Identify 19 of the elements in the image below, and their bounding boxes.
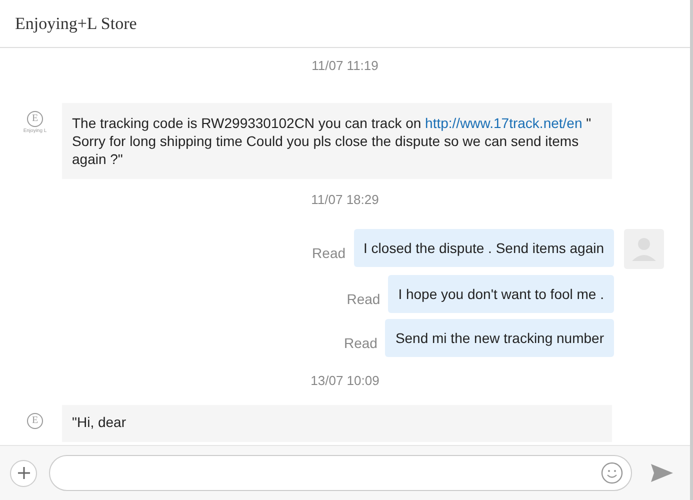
user-avatar-icon [624,229,664,269]
plus-icon [16,466,30,480]
send-icon[interactable] [650,463,674,483]
message-bubble: The tracking code is RW299330102CN you can track on http://www.17track.net/en " Sorry for long shipping time Could you pls close the dispute so we can send items again ?" [62,102,612,178]
emoji-icon[interactable] [601,462,623,484]
store-title: Enjoying+L Store [15,12,137,35]
read-status: Read [344,334,378,353]
timestamp: 11/07 18:29 [311,190,379,208]
timestamp: 11/07 11:19 [312,57,378,75]
message-input[interactable] [49,455,632,491]
add-button[interactable] [10,460,37,486]
message-bubble: I closed the dispute . Send items again [354,229,614,267]
read-status: Read [346,290,380,309]
tracking-link[interactable]: http://www.17track.net/en [425,114,582,130]
message-bubble: "Hi, dear [62,404,612,442]
read-status: Read [312,244,346,263]
message-bubble: I hope you don't want to fool me . [388,275,614,313]
message-bubble: Send mi the new tracking number [385,319,614,357]
timestamp: 13/07 10:09 [310,372,380,390]
